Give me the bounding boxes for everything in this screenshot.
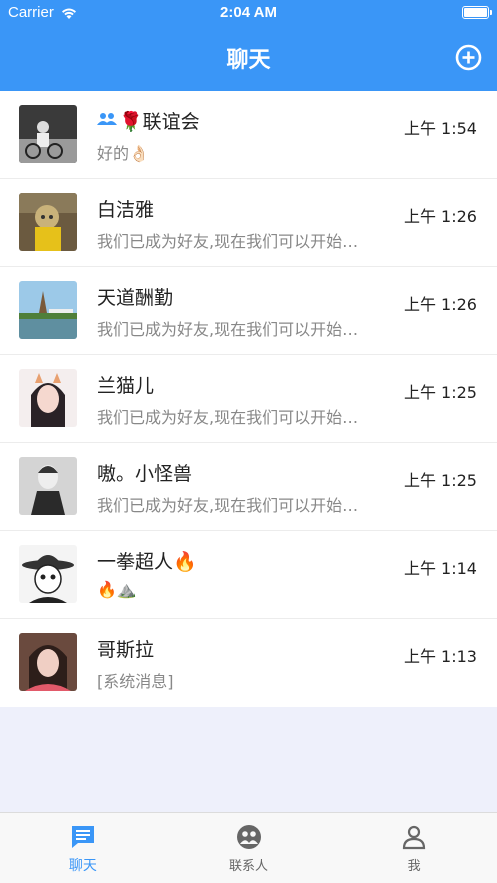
tab-bar: 聊天 联系人 我	[0, 812, 497, 883]
contacts-icon	[235, 823, 263, 851]
chat-name: 兰猫儿	[97, 375, 155, 397]
chat-time: 上午 1:25	[403, 471, 477, 490]
tab-chat[interactable]: 聊天	[0, 813, 166, 883]
person-icon	[400, 823, 428, 851]
top-bar: Carrier 2:04 AM 聊天	[0, 0, 497, 91]
chat-row-2[interactable]: 白洁雅 我们已成为好友,现在我们可以开始聊天了 上午 1:26	[0, 179, 497, 267]
chat-list: 🌹联谊会 好的👌🏻 上午 1:54 白洁雅 我们已成为好友,现在我们可以开始聊天…	[0, 91, 497, 707]
chat-row-5[interactable]: 嗷。小怪兽 我们已成为好友,现在我们可以开始聊天了 上午 1:25	[0, 443, 497, 531]
chat-time: 上午 1:26	[403, 295, 477, 314]
chat-preview: 我们已成为好友,现在我们可以开始聊天了	[97, 496, 372, 515]
add-button[interactable]	[455, 44, 482, 71]
chat-preview: 🔥⛰️	[97, 580, 137, 599]
chat-row-4[interactable]: 兰猫儿 我们已成为好友,现在我们可以开始聊天了 上午 1:25	[0, 355, 497, 443]
tab-contacts[interactable]: 联系人	[166, 813, 332, 883]
chat-row-1[interactable]: 🌹联谊会 好的👌🏻 上午 1:54	[0, 91, 497, 179]
chat-name: 哥斯拉	[97, 639, 155, 661]
chat-time: 上午 1:25	[403, 383, 477, 402]
plus-circle-icon	[455, 44, 482, 71]
chat-name: 嗷。小怪兽	[97, 463, 193, 485]
chat-time: 上午 1:13	[403, 647, 477, 666]
chat-name: 天道酬勤	[97, 287, 174, 309]
chat-preview: 我们已成为好友,现在我们可以开始聊天了	[97, 408, 372, 427]
chat-name: 白洁雅	[97, 199, 155, 221]
status-bar: Carrier 2:04 AM	[0, 0, 497, 28]
page-title: 聊天	[226, 48, 271, 73]
chat-bubble-icon	[69, 823, 97, 851]
tab-label: 联系人	[229, 859, 269, 874]
battery-icon	[462, 6, 492, 19]
chat-time: 上午 1:14	[403, 559, 477, 578]
group-icon	[97, 109, 117, 131]
avatar	[19, 281, 77, 339]
chat-name-text: 🌹联谊会	[119, 111, 200, 133]
tab-label: 我	[407, 859, 421, 874]
chat-preview: 好的👌🏻	[97, 144, 149, 163]
chat-row-3[interactable]: 天道酬勤 我们已成为好友,现在我们可以开始聊天了 上午 1:26	[0, 267, 497, 355]
chat-time: 上午 1:26	[403, 207, 477, 226]
tab-label: 聊天	[68, 858, 97, 874]
clock: 2:04 AM	[220, 4, 277, 21]
avatar	[19, 193, 77, 251]
tab-me[interactable]: 我	[331, 813, 497, 883]
chat-row-6[interactable]: 一拳超人🔥 🔥⛰️ 上午 1:14	[0, 531, 497, 619]
chat-name: 🌹联谊会	[97, 107, 200, 134]
chat-row-7[interactable]: 哥斯拉 [系统消息] 上午 1:13	[0, 619, 497, 707]
avatar	[19, 369, 77, 427]
avatar	[19, 633, 77, 691]
chat-preview: 我们已成为好友,现在我们可以开始聊天了	[97, 320, 372, 339]
chat-preview: [系统消息]	[97, 672, 174, 691]
avatar	[19, 545, 77, 603]
chat-time: 上午 1:54	[403, 119, 477, 138]
avatar	[19, 105, 77, 163]
avatar	[19, 457, 77, 515]
chat-name: 一拳超人🔥	[97, 551, 197, 573]
chat-preview: 我们已成为好友,现在我们可以开始聊天了	[97, 232, 372, 251]
